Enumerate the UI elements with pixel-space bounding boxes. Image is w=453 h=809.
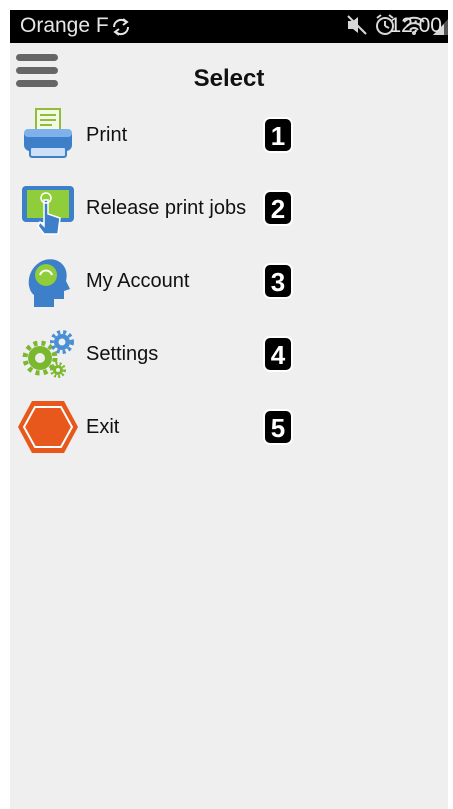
printer-icon <box>20 107 76 163</box>
svg-text:3: 3 <box>271 267 285 297</box>
menu-item-my-account[interactable]: My Account 3 <box>10 253 448 311</box>
header: Select <box>10 43 448 93</box>
svg-text:4: 4 <box>271 340 286 370</box>
touch-screen-icon <box>20 180 76 236</box>
number-badge-3: 3 <box>263 263 293 299</box>
carrier-name: Orange F <box>20 14 109 37</box>
mute-icon <box>347 15 367 35</box>
number-badge-1: 1 <box>263 117 293 153</box>
clock: 12:00 <box>389 14 442 37</box>
menu-item-label: Settings <box>86 343 159 365</box>
menu-item-release-print-jobs[interactable]: Release print jobs 2 <box>10 180 448 238</box>
number-badge-2: 2 <box>263 190 293 226</box>
menu-item-label: Exit <box>86 416 120 438</box>
number-badge-5: 5 <box>263 409 293 445</box>
menu-item-label: Print <box>86 124 128 146</box>
number-badge-4: 4 <box>263 336 293 372</box>
menu-item-label: Release print jobs <box>86 197 247 219</box>
svg-text:1: 1 <box>271 121 285 151</box>
status-bar: Orange F 12:00 <box>10 10 448 43</box>
menu-item-settings[interactable]: Settings 4 <box>10 326 448 384</box>
menu-item-label: My Account <box>86 270 190 292</box>
screen: Orange F 12:00 Select Print 1 Release pr… <box>10 10 448 809</box>
user-head-icon <box>20 253 76 309</box>
menu-item-exit[interactable]: Exit 5 <box>10 399 448 457</box>
menu-item-print[interactable]: Print 1 <box>10 107 448 165</box>
page-title: Select <box>193 65 265 92</box>
svg-text:2: 2 <box>271 194 285 224</box>
exit-hexagon-icon <box>16 399 80 455</box>
svg-text:5: 5 <box>271 413 285 443</box>
gears-icon <box>20 326 76 382</box>
sync-icon <box>110 16 132 44</box>
